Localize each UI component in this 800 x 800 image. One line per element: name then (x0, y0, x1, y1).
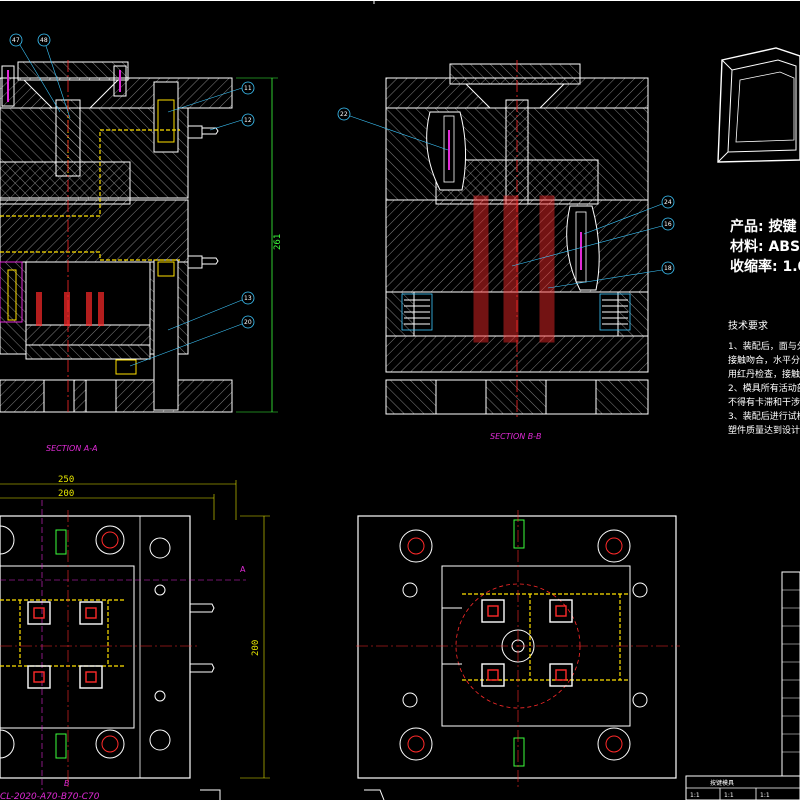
dim-200-vertical: 200 (251, 640, 261, 656)
balloon-11: 11 (244, 85, 252, 92)
cut-b-bottom: B (64, 779, 70, 788)
balloon-20: 20 (244, 319, 252, 326)
dim-250: 250 (58, 475, 74, 485)
plan-view-right (356, 510, 680, 790)
product-sketch (717, 47, 800, 163)
leader-balloon-icon: 12 (209, 113, 255, 131)
section-b-view: 22 24 16 18 (337, 60, 675, 418)
notes-line: 2、模具所有活动部位 (728, 384, 800, 394)
product-spec: 产品: 按键 (730, 219, 797, 235)
title-block-header: 按键模具 (710, 779, 734, 787)
bottom-code: CL-2020-A70-B70-C70 (0, 792, 100, 800)
title-block-cell-b: 1:1 (724, 792, 734, 799)
section-a-caption: SECTION A-A (46, 444, 98, 453)
balloon-47: 47 (12, 37, 20, 44)
section-a-view: 261 47 48 11 12 13 20 (0, 33, 283, 415)
cooling-nozzle-icon (187, 255, 219, 269)
cut-b-top: B (64, 501, 70, 510)
balloon-22: 22 (340, 111, 348, 118)
notes-line: 接触吻合，水平分型面 (728, 356, 800, 366)
balloon-12: 12 (244, 117, 252, 124)
dim-261: 261 (273, 234, 283, 250)
material-spec: 材料: ABS (730, 239, 800, 255)
shrink-spec: 收缩率: 1.00 (730, 259, 800, 275)
cooling-nozzle-icon (187, 125, 219, 139)
title-block-cell-a: 1:1 (690, 792, 700, 799)
title-block: 按键模具 1:1 1:1 1:1 (685, 571, 800, 800)
balloon-13: 13 (244, 295, 252, 302)
balloon-18: 18 (664, 265, 672, 272)
notes-line: 3、装配后进行试模 (728, 412, 800, 422)
balloon-48: 48 (40, 37, 48, 44)
cad-drawing: 261 47 48 11 12 13 20 22 24 16 18 250 20… (0, 0, 800, 800)
dim-200: 200 (58, 489, 74, 499)
notes-line: 用红丹检查，接触面 (728, 370, 800, 380)
plan-view-left: 250 200 200 B B A CL-2020-A70-B70-C70 (0, 475, 270, 800)
balloon-24: 24 (664, 199, 672, 206)
balloon-16: 16 (664, 221, 672, 228)
notes-title: 技术要求 (728, 321, 768, 332)
cut-a-top: A (240, 565, 246, 574)
notes-line: 塑件质量达到设计要求 (728, 426, 800, 436)
notes-line: 1、装配后，面与分型面 (728, 342, 800, 352)
section-b-caption: SECTION B-B (490, 432, 542, 441)
technical-notes: 技术要求 1、装配后，面与分型面 接触吻合，水平分型面 用红丹检查，接触面 2、… (728, 320, 800, 438)
notes-line: 不得有卡滞和干涉现象 (728, 398, 800, 408)
title-block-cell-c: 1:1 (760, 792, 770, 799)
